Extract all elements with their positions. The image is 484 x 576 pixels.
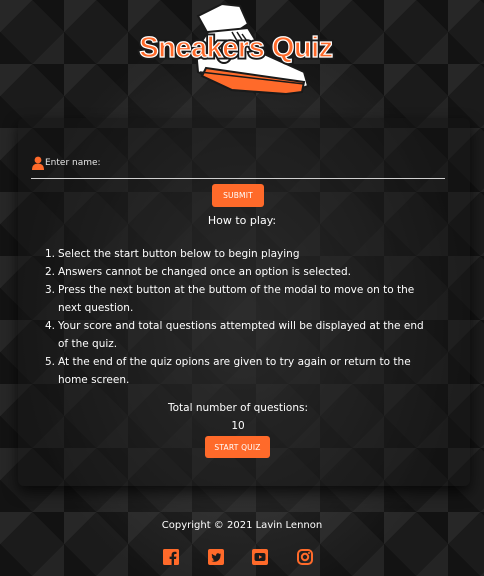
list-number: 2.: [45, 266, 56, 278]
logo-text-overlay: Sneakers Quiz: [139, 32, 332, 64]
list-item-text: Press the next button at the buttom of t…: [58, 284, 415, 314]
list-item-text: Select the start button below to begin p…: [58, 248, 300, 260]
list-item: 5. At the end of the quiz opions are give…: [45, 353, 435, 389]
list-number: 4.: [45, 320, 56, 332]
list-item-text: At the end of the quiz opions are given …: [58, 356, 411, 386]
twitter-icon[interactable]: [208, 549, 224, 565]
instagram-icon[interactable]: [297, 549, 313, 565]
facebook-icon[interactable]: [163, 549, 179, 565]
list-number: 5.: [45, 356, 56, 368]
how-to-play-title: How to play:: [207, 214, 277, 227]
list-item: 3. Press the next button at the buttom of…: [45, 281, 435, 317]
list-number: 1.: [45, 248, 56, 260]
youtube-icon[interactable]: [252, 549, 268, 565]
list-item: 2. Answers cannot be changed once an opti…: [45, 263, 435, 281]
copyright-text: Copyright © 2021 Lavin Lennon: [161, 520, 323, 531]
sneakers-quiz-logo: Sneakers Quiz Sneakers Quiz: [137, 2, 336, 96]
total-questions-label: Total number of questions:: [167, 402, 308, 414]
total-questions-value: 10: [231, 420, 245, 432]
rules-list: 1. Select the start button below to begin…: [45, 245, 435, 389]
list-item: 1. Select the start button below to begin…: [45, 245, 435, 263]
list-item-text: Answers cannot be changed once an option…: [58, 266, 351, 278]
list-number: 3.: [45, 284, 56, 296]
submit-button[interactable]: SUBMIT: [212, 184, 264, 207]
name-field-row: [31, 154, 445, 179]
start-quiz-button[interactable]: START QUIZ: [205, 436, 270, 458]
user-icon: [32, 156, 44, 170]
list-item: 4. Your score and total questions attempt…: [45, 317, 435, 353]
name-input[interactable]: [45, 154, 435, 172]
list-item-text: Your score and total questions attempted…: [58, 320, 424, 350]
